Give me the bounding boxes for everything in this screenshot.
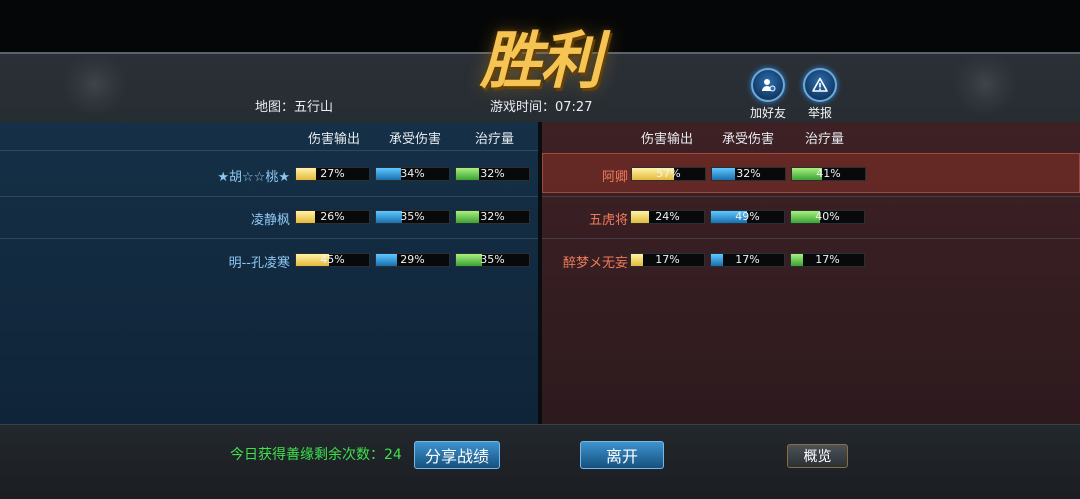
victory-title: 胜利 xyxy=(479,24,602,97)
overview-button[interactable]: 概览 xyxy=(787,444,848,468)
add-friend-icon xyxy=(751,68,785,102)
left-col-damage: 伤害输出 xyxy=(308,132,361,147)
warning-icon xyxy=(803,68,837,102)
left-col-heal: 治疗量 xyxy=(475,132,515,147)
taken-bar: 29% xyxy=(375,253,450,267)
damage-bar: 27% xyxy=(295,167,370,181)
right-player-row[interactable]: 五虎将 24% 49% 40% xyxy=(542,197,1080,237)
row-separator xyxy=(0,150,538,151)
damage-percent: 26% xyxy=(320,210,345,223)
damage-bar: 26% xyxy=(295,210,370,224)
taken-percent: 35% xyxy=(400,210,425,223)
right-player-row-highlighted[interactable]: 阿卿 57% 32% 41% xyxy=(542,153,1080,193)
heal-percent: 41% xyxy=(816,167,841,180)
victory-title-area: 胜利 xyxy=(440,0,640,110)
taken-percent: 32% xyxy=(736,167,761,180)
damage-percent: 17% xyxy=(655,253,680,266)
player-name: ★胡☆☆桃★ xyxy=(217,170,290,185)
corner-ornament-right xyxy=(950,54,1020,114)
report-button[interactable]: 举报 xyxy=(795,68,845,121)
taken-bar: 34% xyxy=(375,167,450,181)
right-player-row[interactable]: 醉梦メ无妄 17% 17% 17% xyxy=(542,240,1080,280)
heal-bar: 17% xyxy=(790,253,865,267)
taken-percent: 17% xyxy=(735,253,760,266)
taken-percent: 49% xyxy=(735,210,760,223)
right-col-damage: 伤害输出 xyxy=(641,132,694,147)
player-name: 醉梦メ无妄 xyxy=(562,256,628,271)
damage-bar: 57% xyxy=(631,167,706,181)
taken-bar: 35% xyxy=(375,210,450,224)
heal-bar: 40% xyxy=(790,210,865,224)
add-friend-label: 加好友 xyxy=(749,106,786,120)
heal-bar: 41% xyxy=(791,167,866,181)
damage-percent: 27% xyxy=(320,167,345,180)
taken-percent: 29% xyxy=(400,253,425,266)
left-col-taken: 承受伤害 xyxy=(389,132,442,147)
damage-bar: 45% xyxy=(295,253,370,267)
corner-ornament-left xyxy=(60,54,130,114)
taken-percent: 34% xyxy=(400,167,425,180)
damage-percent: 57% xyxy=(656,167,681,180)
remaining-count-label: 今日获得善缘剩余次数：24 xyxy=(230,447,402,463)
taken-bar: 17% xyxy=(710,253,785,267)
map-label: 地图：五行山 xyxy=(255,100,334,115)
taken-bar: 32% xyxy=(711,167,786,181)
player-name: 五虎将 xyxy=(588,213,628,228)
damage-bar: 24% xyxy=(630,210,705,224)
footer-bar xyxy=(0,424,1080,499)
damage-percent: 45% xyxy=(320,253,345,266)
player-name: 阿卿 xyxy=(601,170,628,185)
player-name: 凌静枫 xyxy=(250,213,290,228)
share-results-button[interactable]: 分享战绩 xyxy=(414,441,500,469)
leave-button[interactable]: 离开 xyxy=(580,441,664,469)
damage-bar: 17% xyxy=(630,253,705,267)
row-separator xyxy=(0,238,538,239)
heal-percent: 40% xyxy=(815,210,840,223)
player-name: 明--孔凌寒 xyxy=(228,256,290,271)
taken-bar: 49% xyxy=(710,210,785,224)
row-separator xyxy=(542,238,1080,239)
add-friend-button[interactable]: 加好友 xyxy=(743,68,793,121)
report-label: 举报 xyxy=(807,106,832,120)
damage-percent: 24% xyxy=(655,210,680,223)
right-col-taken: 承受伤害 xyxy=(722,132,775,147)
right-col-heal: 治疗量 xyxy=(805,132,845,147)
heal-percent: 17% xyxy=(815,253,840,266)
